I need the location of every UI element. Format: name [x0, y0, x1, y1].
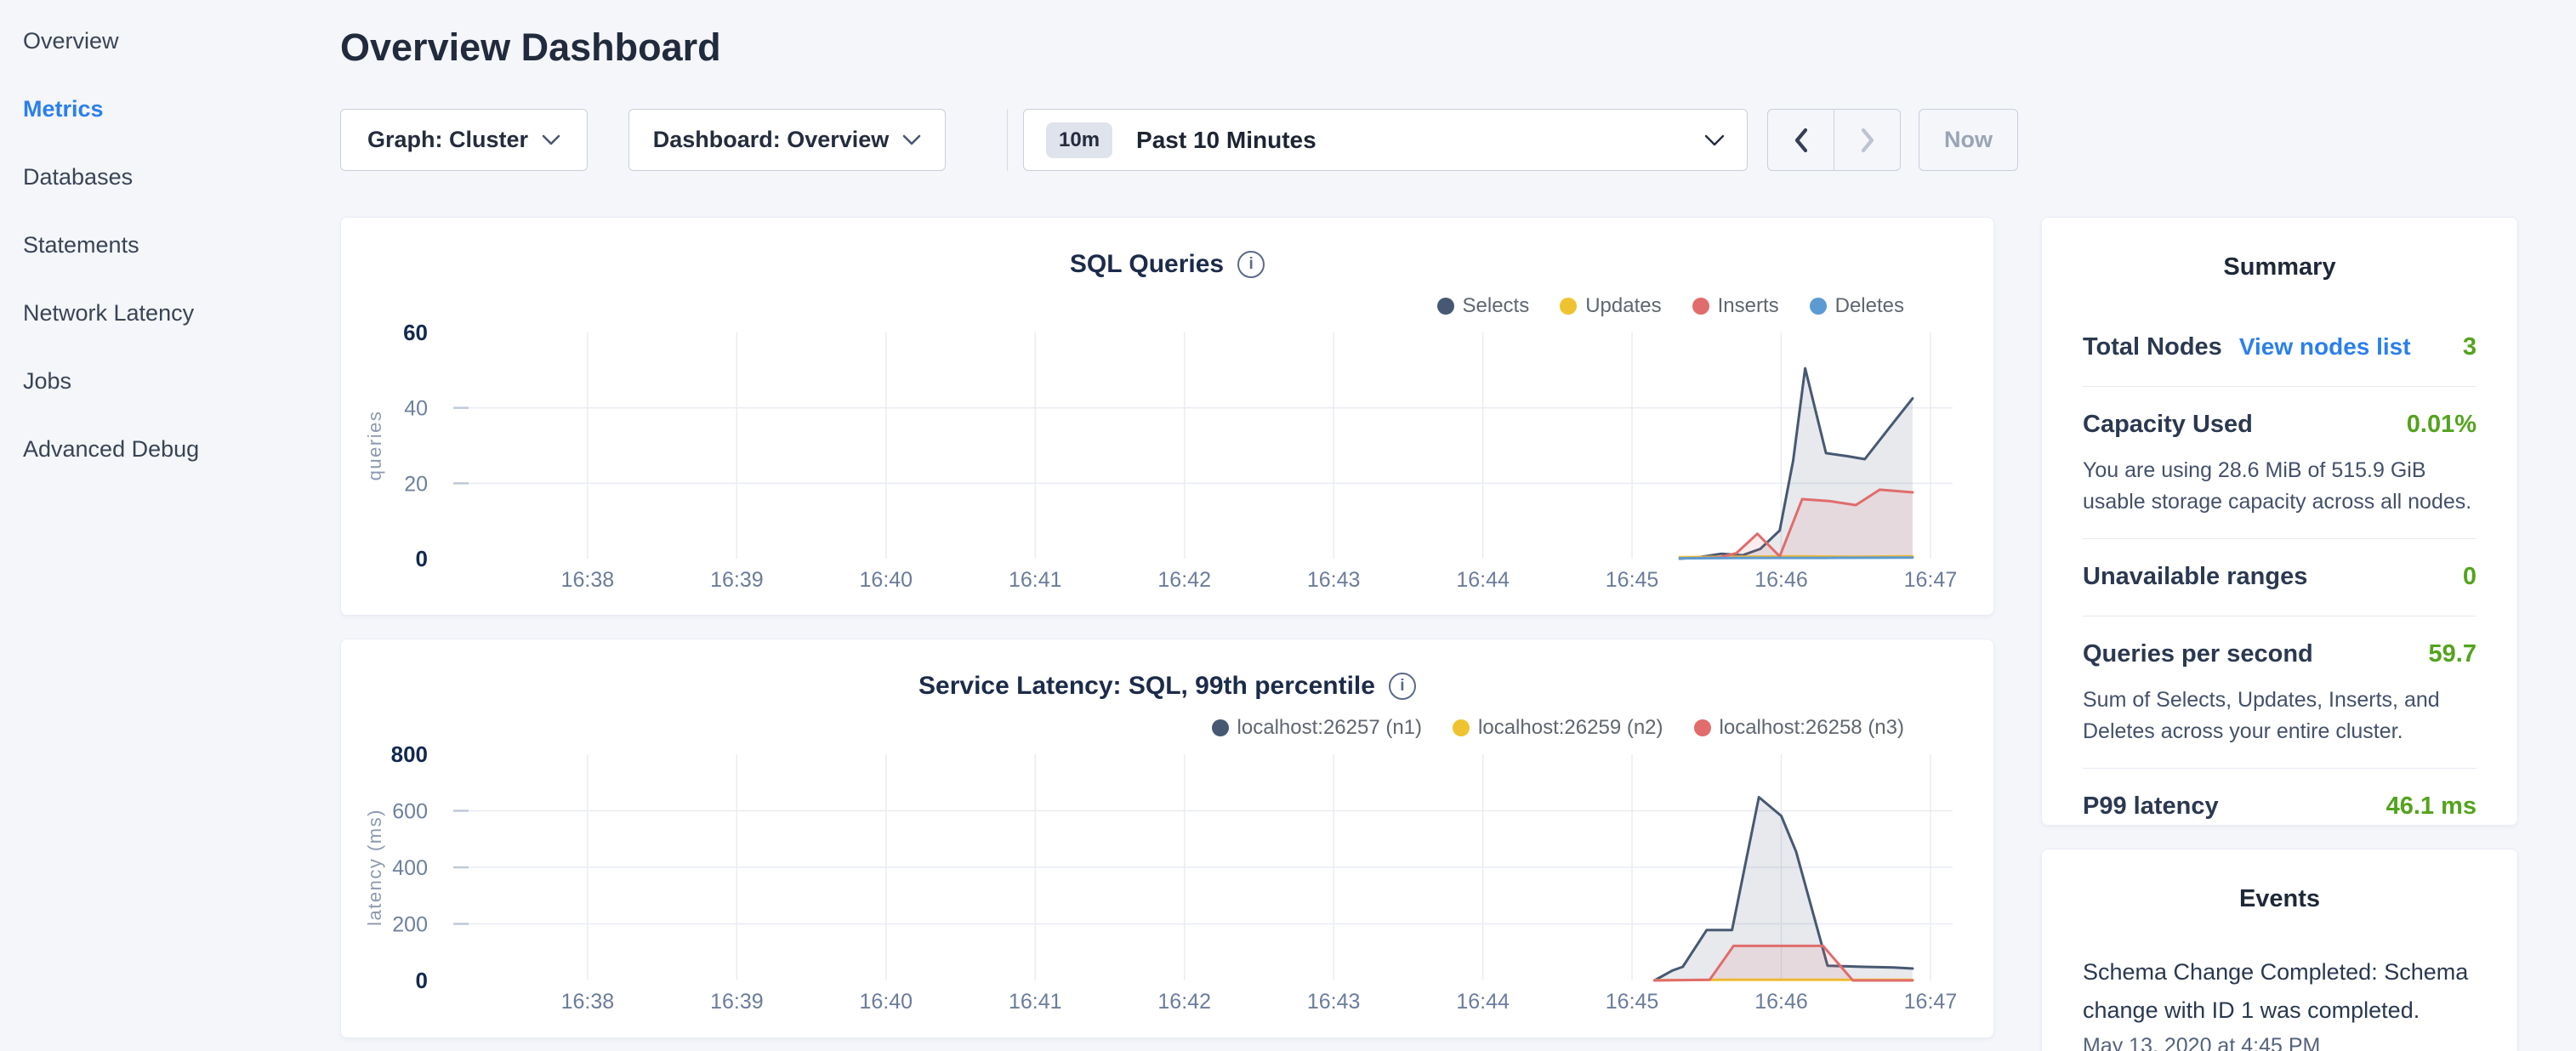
sidebar: OverviewMetricsDatabasesStatementsNetwor… — [0, 0, 340, 1051]
y-tick-label: 400 — [392, 856, 428, 880]
service-latency-chart-card: Service Latency: SQL, 99th percentile i … — [340, 639, 1994, 1038]
divider — [2083, 538, 2476, 539]
x-tick-label: 16:44 — [1456, 568, 1510, 592]
x-tick-label: 16:39 — [710, 990, 764, 1014]
summary-row-total-nodes: Total Nodes View nodes list 3 — [2083, 328, 2476, 366]
time-range-badge: 10m — [1046, 122, 1112, 158]
sidebar-item-metrics[interactable]: Metrics — [0, 75, 340, 143]
p99-latency-label: P99 latency — [2083, 787, 2219, 825]
capacity-used-description: You are using 28.6 MiB of 515.9 GiB usab… — [2083, 455, 2476, 518]
x-tick-label: 16:42 — [1157, 990, 1211, 1014]
x-tick-label: 16:47 — [1904, 568, 1958, 592]
summary-row-capacity: Capacity Used 0.01% — [2083, 406, 2476, 443]
queries-per-second-description: Sum of Selects, Updates, Inserts, and De… — [2083, 685, 2476, 747]
x-tick-label: 16:42 — [1157, 568, 1211, 592]
unavailable-ranges-label: Unavailable ranges — [2083, 558, 2307, 595]
x-tick-label: 16:46 — [1754, 568, 1808, 592]
x-tick-label: 16:38 — [561, 568, 615, 592]
graph-dropdown[interactable]: Graph: Cluster — [340, 109, 588, 171]
p99-latency-value: 46.1 ms — [2386, 787, 2476, 825]
chart-plot[interactable]: 16:38 16:39 16:40 16:41 16:42 16:43 16:44 16:45… — [341, 218, 1995, 616]
time-range-selector[interactable]: 10m Past 10 Minutes — [1023, 109, 1748, 171]
event-timestamp: May 13, 2020 at 4:45 PM — [2083, 1033, 2476, 1051]
x-tick-label: 16:45 — [1606, 568, 1659, 592]
chevron-down-icon — [1704, 134, 1725, 146]
unavailable-ranges-value: 0 — [2463, 558, 2476, 595]
x-tick-label: 16:44 — [1456, 990, 1510, 1014]
x-tick-label: 16:47 — [1904, 990, 1958, 1014]
queries-per-second-value: 59.7 — [2429, 635, 2476, 673]
sidebar-item-overview[interactable]: Overview — [0, 7, 340, 75]
chevron-down-icon — [902, 134, 921, 145]
x-tick-label: 16:39 — [710, 568, 764, 592]
y-tick-label: 0 — [416, 968, 428, 993]
events-title: Events — [2042, 849, 2517, 912]
queries-per-second-label: Queries per second — [2083, 635, 2313, 673]
capacity-used-label: Capacity Used — [2083, 406, 2253, 443]
page-title: Overview Dashboard — [340, 26, 721, 70]
dashboard-dropdown[interactable]: Dashboard: Overview — [628, 109, 946, 171]
x-tick-label: 16:41 — [1009, 568, 1062, 592]
summary-row-qps: Queries per second 59.7 — [2083, 635, 2476, 673]
y-tick-label: 40 — [404, 397, 428, 421]
divider — [2083, 768, 2476, 769]
x-tick-label: 16:46 — [1754, 990, 1808, 1014]
divider — [2083, 386, 2476, 387]
step-back-button[interactable] — [1768, 110, 1834, 170]
time-step-buttons — [1767, 109, 1901, 171]
x-tick-label: 16:40 — [860, 990, 913, 1014]
chevron-left-icon — [1793, 128, 1810, 153]
x-tick-label: 16:43 — [1307, 990, 1361, 1014]
x-tick-label: 16:38 — [561, 990, 615, 1014]
y-tick-label: 20 — [404, 472, 428, 496]
now-button[interactable]: Now — [1919, 109, 2018, 171]
summary-row-p99: P99 latency 46.1 ms — [2083, 787, 2476, 825]
y-axis-label: queries — [364, 411, 385, 481]
total-nodes-value: 3 — [2463, 328, 2476, 366]
step-forward-button[interactable] — [1834, 110, 1900, 170]
dashboard-dropdown-label: Dashboard: Overview — [653, 127, 890, 153]
y-tick-label: 60 — [403, 320, 428, 345]
y-tick-label: 600 — [392, 800, 428, 824]
y-axis-label: latency (ms) — [364, 809, 385, 926]
events-panel: Events Schema Change Completed: Schema c… — [2041, 849, 2518, 1051]
sidebar-item-jobs[interactable]: Jobs — [0, 347, 340, 415]
x-tick-label: 16:45 — [1606, 990, 1659, 1014]
toolbar-divider — [1007, 109, 1008, 171]
y-tick-label: 800 — [391, 741, 428, 767]
total-nodes-label: Total Nodes — [2083, 328, 2222, 366]
sidebar-item-advanced-debug[interactable]: Advanced Debug — [0, 415, 340, 483]
y-tick-label: 200 — [392, 913, 428, 937]
series-line — [1680, 558, 1913, 559]
chevron-down-icon — [542, 134, 560, 145]
view-nodes-list-link[interactable]: View nodes list — [2239, 328, 2411, 366]
summary-title: Summary — [2042, 218, 2517, 281]
sidebar-item-databases[interactable]: Databases — [0, 143, 340, 211]
x-tick-label: 16:43 — [1307, 568, 1361, 592]
chevron-right-icon — [1859, 128, 1876, 153]
sidebar-item-statements[interactable]: Statements — [0, 211, 340, 279]
x-tick-label: 16:40 — [860, 568, 913, 592]
y-tick-label: 0 — [416, 546, 428, 571]
graph-dropdown-label: Graph: Cluster — [367, 127, 528, 153]
capacity-used-value: 0.01% — [2407, 406, 2476, 443]
x-tick-label: 16:41 — [1009, 990, 1062, 1014]
sidebar-item-network-latency[interactable]: Network Latency — [0, 279, 340, 347]
summary-panel: Summary Total Nodes View nodes list 3 Ca… — [2041, 217, 2518, 826]
event-message: Schema Change Completed: Schema change w… — [2083, 953, 2476, 1030]
sql-queries-chart-card: SQL Queries i SelectsUpdatesInsertsDelet… — [340, 217, 1994, 616]
time-range-label: Past 10 Minutes — [1136, 127, 1316, 154]
summary-row-unavailable-ranges: Unavailable ranges 0 — [2083, 558, 2476, 595]
chart-plot[interactable]: 16:38 16:39 16:40 16:41 16:42 16:43 16:44 16:45… — [341, 639, 1995, 1038]
